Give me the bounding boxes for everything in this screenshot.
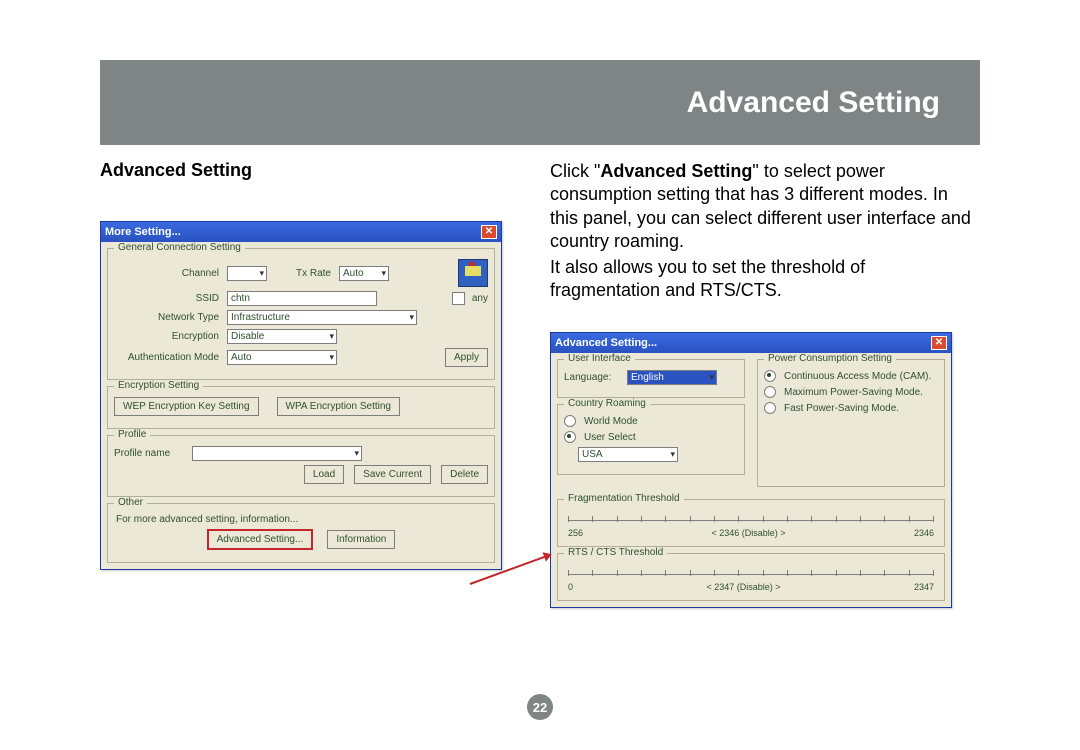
fastpower-label: Fast Power-Saving Mode. [784,403,899,414]
wep-button[interactable]: WEP Encryption Key Setting [114,397,259,416]
group-title: Fragmentation Threshold [564,493,684,504]
right-column: Click "Advanced Setting" to select power… [550,160,980,608]
group-title: Country Roaming [564,398,650,409]
profile-name-label: Profile name [114,448,188,459]
txrate-label: Tx Rate [271,268,335,279]
enc-label: Encryption [114,331,223,342]
description-paragraph-1: Click "Advanced Setting" to select power… [550,160,980,254]
rts-max: 2347 [914,582,934,592]
enc-select[interactable]: Disable [227,329,337,344]
group-other: Other For more advanced setting, informa… [107,503,495,563]
dialog-titlebar: Advanced Setting... ✕ [551,333,951,353]
txrate-select[interactable]: Auto [339,266,389,281]
frag-min: 256 [568,528,583,538]
rts-value: < 2347 (Disable) > [706,582,780,592]
world-mode-radio[interactable] [564,415,576,427]
language-label: Language: [564,372,623,383]
desc-text: Click " [550,161,600,181]
language-select[interactable]: English [627,370,717,385]
group-encryption-setting: Encryption Setting WEP Encryption Key Se… [107,386,495,429]
cam-radio[interactable] [764,370,776,382]
close-icon[interactable]: ✕ [481,225,497,239]
auth-label: Authentication Mode [114,352,223,363]
save-button[interactable]: Save Current [354,465,431,484]
section-title: Advanced Setting [100,160,520,181]
delete-button[interactable]: Delete [441,465,488,484]
description-paragraph-2: It also allows you to set the threshold … [550,256,980,303]
group-title: User Interface [564,353,635,364]
ssid-input[interactable]: chtn [227,291,377,306]
group-rts-cts: RTS / CTS Threshold 0 < 2347 (Disable) >… [557,553,945,601]
header-band: Advanced Setting [100,60,980,145]
header-title: Advanced Setting [687,86,940,120]
dialog-titlebar: More Setting... ✕ [101,222,501,242]
channel-label: Channel [114,268,223,279]
network-icon [458,259,488,287]
cam-label: Continuous Access Mode (CAM). [784,371,931,382]
frag-value: < 2346 (Disable) > [711,528,785,538]
advanced-setting-dialog: Advanced Setting... ✕ User Interface Lan… [550,332,952,608]
left-column: Advanced Setting More Setting... ✕ Gener… [100,160,520,608]
group-title: RTS / CTS Threshold [564,547,667,558]
rts-slider[interactable] [568,566,934,580]
channel-select[interactable] [227,266,267,281]
wpa-button[interactable]: WPA Encryption Setting [277,397,400,416]
any-checkbox[interactable] [452,292,465,305]
world-mode-label: World Mode [584,416,638,427]
more-setting-dialog: More Setting... ✕ General Connection Set… [100,221,502,570]
user-select-label: User Select [584,432,636,443]
group-user-interface: User Interface Language: English [557,359,745,398]
apply-button[interactable]: Apply [445,348,488,367]
body-columns: Advanced Setting More Setting... ✕ Gener… [100,160,980,608]
any-label: any [472,293,488,304]
group-title: Encryption Setting [114,380,203,391]
user-select-radio[interactable] [564,431,576,443]
group-fragmentation: Fragmentation Threshold 256 < 2346 (Disa… [557,499,945,547]
manual-page: Advanced Setting Advanced Setting More S… [0,0,1080,750]
country-select[interactable]: USA [578,447,678,462]
desc-bold: Advanced Setting [600,161,752,181]
group-power-consumption: Power Consumption Setting Continuous Acc… [757,359,945,487]
nettype-select[interactable]: Infrastructure [227,310,417,325]
group-profile: Profile Profile name Load Save Current D… [107,435,495,497]
group-country-roaming: Country Roaming World Mode User Select U… [557,404,745,475]
ssid-label: SSID [114,293,223,304]
group-title: General Connection Setting [114,242,245,253]
profile-name-select[interactable] [192,446,362,461]
nettype-label: Network Type [114,312,223,323]
frag-max: 2346 [914,528,934,538]
information-button[interactable]: Information [327,530,395,549]
advanced-setting-button[interactable]: Advanced Setting... [207,529,314,550]
group-title: Profile [114,429,150,440]
auth-select[interactable]: Auto [227,350,337,365]
dialog-title: More Setting... [105,226,181,238]
other-text: For more advanced setting, information..… [116,514,486,525]
group-title: Power Consumption Setting [764,353,896,364]
dialog-title: Advanced Setting... [555,337,657,349]
rts-min: 0 [568,582,573,592]
group-title: Other [114,497,147,508]
page-number: 22 [527,694,553,720]
load-button[interactable]: Load [304,465,344,484]
close-icon[interactable]: ✕ [931,336,947,350]
fastpower-radio[interactable] [764,402,776,414]
maxpower-radio[interactable] [764,386,776,398]
group-general: General Connection Setting Channel Tx Ra… [107,248,495,380]
maxpower-label: Maximum Power-Saving Mode. [784,387,923,398]
fragmentation-slider[interactable] [568,512,934,526]
